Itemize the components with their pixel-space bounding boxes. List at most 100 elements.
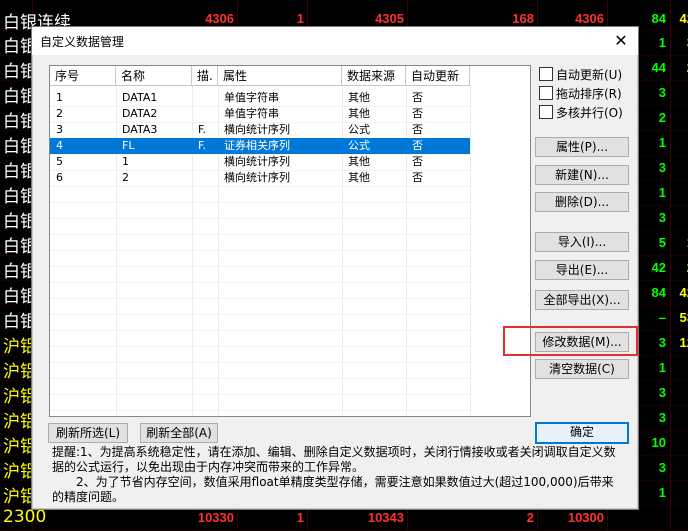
list-gridline [50, 234, 470, 235]
quote-cell: 2 [658, 110, 666, 125]
list-gridline [50, 266, 470, 267]
cell-auto-update: 否 [412, 155, 423, 168]
cell-auto-update: 否 [412, 107, 423, 120]
list-gridline [50, 330, 470, 331]
list-gridline [50, 202, 470, 203]
quote-cell: 10330 [197, 510, 234, 525]
list-item[interactable]: 5 1 横向统计序列 其他 否 [50, 154, 470, 170]
list-gridline [50, 394, 470, 395]
list-item[interactable]: 6 2 横向统计序列 其他 否 [50, 170, 470, 186]
cell-attribute: 单值字符串 [224, 107, 279, 120]
drag-sort-label: 拖动排序(R) [556, 87, 622, 101]
cell-name: 2 [122, 171, 129, 184]
cell-source: 其他 [348, 91, 370, 104]
list-gridline [50, 250, 470, 251]
dialog-titlebar: 自定义数据管理 ✕ [32, 27, 638, 55]
tip-line-1: 提醒:1、为提高系统稳定性，请在添加、编辑、删除自定义数据项时，关闭行情接收或者… [52, 445, 616, 474]
quote-cell: 1 [296, 11, 304, 26]
list-item[interactable]: 2 DATA2 单值字符串 其他 否 [50, 106, 470, 122]
cell-id: 4 [56, 139, 63, 152]
quote-cell: 1 [296, 510, 304, 525]
column-header-attribute[interactable]: 属性 [218, 66, 342, 86]
tip-text: 提醒:1、为提高系统稳定性，请在添加、编辑、删除自定义数据项时，关闭行情接收或者… [52, 445, 622, 505]
import-button[interactable]: 导入(I)... [535, 232, 629, 252]
quote-cell: 42 [651, 260, 666, 275]
quote-cell: 12 [679, 335, 688, 350]
auto-update-checkbox[interactable] [539, 67, 553, 81]
quote-cell: 5 [658, 235, 666, 250]
quote-cell: 3 [658, 210, 666, 225]
list-header: 序号 名称 描. 属性 数据来源 自动更新 [50, 66, 470, 86]
list-item[interactable]: 3 DATA3 F. 横向统计序列 公式 否 [50, 122, 470, 138]
custom-data-manager-dialog: 自定义数据管理 ✕ 序号 名称 描. 属性 数据来源 自动更新 1 DATA1 单值… [31, 26, 639, 510]
quote-cell: 1 [658, 485, 666, 500]
cell-attribute: 横向统计序列 [224, 155, 290, 168]
custom-data-list[interactable]: 序号 名称 描. 属性 数据来源 自动更新 1 DATA1 单值字符串 其他否 2 DAT… [49, 65, 531, 417]
list-gridline [50, 346, 470, 347]
cell-name: DATA3 [122, 123, 158, 136]
quote-cell: 3 [658, 160, 666, 175]
list-gridline [470, 86, 471, 416]
list-gridline [50, 314, 470, 315]
close-icon[interactable]: ✕ [610, 30, 632, 52]
column-header-desc[interactable]: 描. [192, 66, 218, 86]
cell-id: 3 [56, 123, 63, 136]
clear-data-button[interactable]: 清空数据(C) [535, 359, 629, 379]
cell-id: 1 [56, 91, 63, 104]
column-header-name[interactable]: 名称 [116, 66, 192, 86]
cell-source: 公式 [348, 139, 370, 152]
list-gridline [50, 218, 470, 219]
cell-desc [198, 106, 218, 122]
quote-cell: 4305 [375, 11, 404, 26]
quote-cell: 168 [512, 11, 534, 26]
list-gridline [50, 378, 470, 379]
quote-cell: 4306 [575, 11, 604, 26]
cell-name: DATA2 [122, 107, 158, 120]
list-gridline [50, 410, 470, 411]
cell-name: FL [122, 139, 135, 152]
cell-auto-update: 否 [412, 139, 423, 152]
quote-cell: 42 [679, 285, 688, 300]
properties-button[interactable]: 属性(P)... [535, 137, 629, 157]
cell-source: 其他 [348, 155, 370, 168]
refresh-selected-button[interactable]: 刷新所选(L) [48, 423, 128, 443]
cell-desc: F. [198, 139, 207, 152]
cell-name: 1 [122, 155, 129, 168]
quote-cell: 1 [658, 360, 666, 375]
column-header-id[interactable]: 序号 [50, 66, 116, 86]
drag-sort-checkbox[interactable] [539, 86, 553, 100]
cell-name: DATA1 [122, 91, 158, 104]
list-gridline [50, 362, 470, 363]
multi-core-checkbox[interactable] [539, 105, 553, 119]
quote-cell: 1 [658, 185, 666, 200]
cell-id: 2 [56, 107, 63, 120]
quote-cell: 44 [651, 60, 666, 75]
quote-cell: 3 [658, 85, 666, 100]
cell-source: 公式 [348, 123, 370, 136]
list-item[interactable]: 4 FL F. 证券相关序列 公式 否 [50, 138, 470, 154]
cell-desc [198, 154, 218, 170]
cell-auto-update: 否 [412, 91, 423, 104]
cell-desc: F. [198, 123, 207, 136]
export-button[interactable]: 导出(E)... [535, 260, 629, 280]
quote-cell: 10343 [367, 510, 404, 525]
list-item[interactable]: 1 DATA1 单值字符串 其他 否 [50, 90, 470, 106]
refresh-all-button[interactable]: 刷新全部(A) [140, 423, 218, 443]
list-gridline [50, 282, 470, 283]
export-all-button[interactable]: 全部导出(X)... [535, 290, 629, 310]
quote-cell: – [658, 310, 666, 325]
quote-cell: 1 [658, 35, 666, 50]
column-header-auto-update[interactable]: 自动更新 [406, 66, 470, 86]
cell-source: 其他 [348, 171, 370, 184]
cell-source: 其他 [348, 107, 370, 120]
quote-contract-name: 2300 [3, 507, 47, 527]
tip-line-2: 2、为了节省内存空间，数值采用float单精度类型存储，需要注意如果数值过大(超… [52, 475, 614, 504]
ok-button[interactable]: 确定 [535, 422, 629, 444]
highlight-annotation [503, 326, 638, 356]
new-button[interactable]: 新建(N)... [535, 165, 629, 185]
delete-button[interactable]: 删除(D)... [535, 192, 629, 212]
cell-attribute: 横向统计序列 [224, 171, 290, 184]
quote-cell: 84 [651, 11, 666, 26]
quote-cell: 3 [658, 335, 666, 350]
column-header-source[interactable]: 数据来源 [342, 66, 406, 86]
